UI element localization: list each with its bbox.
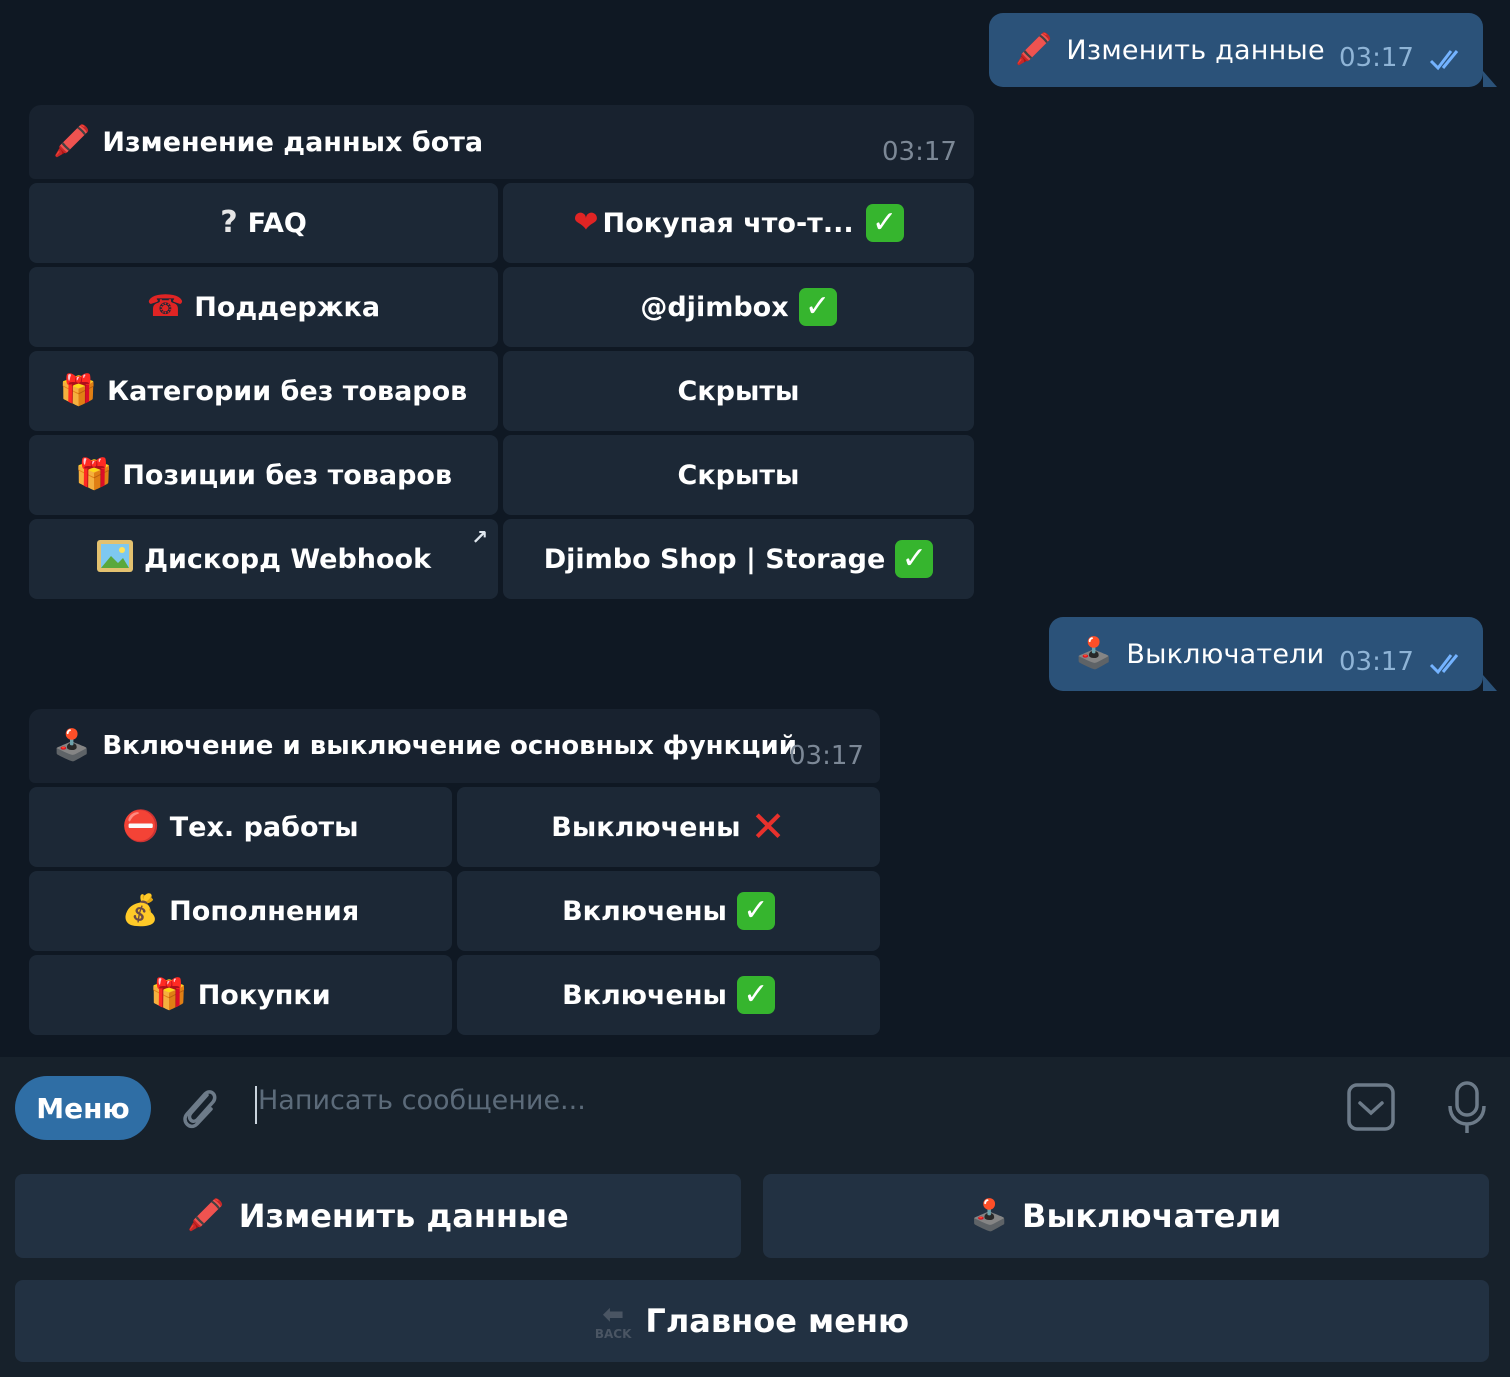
outgoing-message-edit-data: 🖍️ Изменить данные 03:17 — [989, 13, 1497, 87]
button-value: Выключены — [551, 811, 741, 843]
outgoing-message-row: 🖍️ Изменить данные — [1015, 13, 1325, 87]
crayon-icon: 🖍️ — [1015, 32, 1053, 67]
button-label: Пополнения — [169, 895, 360, 927]
gift-icon: 🎁 — [59, 373, 98, 408]
keyboard-toggle-icon[interactable] — [1346, 1082, 1396, 1132]
message-time: 03:17 — [1339, 647, 1414, 677]
joystick-icon: 🕹️ — [1075, 636, 1113, 671]
check-icon: ✓ — [736, 892, 775, 930]
button-label: Тех. работы — [169, 811, 359, 843]
message-input[interactable]: Написать сообщение... — [258, 1085, 586, 1116]
crayon-icon: 🖍️ — [53, 124, 91, 159]
inline-button-support[interactable]: ☎ Поддержка — [29, 267, 498, 347]
outgoing-message-switches: 🕹️ Выключатели 03:17 — [1049, 617, 1497, 691]
keyboard-button-label: Выключатели — [1022, 1197, 1282, 1235]
check-icon: ✓ — [798, 288, 837, 326]
keyboard-button-label: Изменить данные — [238, 1197, 569, 1235]
double-check-icon — [1429, 50, 1459, 71]
button-label: Покупки — [197, 979, 331, 1011]
check-icon: ✓ — [895, 540, 934, 578]
inline-button-discord-value[interactable]: Djimbo Shop | Storage ✓ — [503, 519, 974, 599]
button-value: Скрыты — [677, 459, 800, 491]
inline-button-maintenance[interactable]: ⛔ Тех. работы — [29, 787, 452, 867]
inline-button-categories[interactable]: 🎁 Категории без товаров — [29, 351, 498, 431]
external-link-icon: ↗ — [471, 525, 488, 549]
text-caret — [255, 1086, 257, 1124]
button-value: Скрыты — [677, 375, 800, 407]
bot-message-title: Изменение данных бота — [102, 126, 484, 158]
check-icon: ✓ — [865, 204, 904, 242]
button-label: Поддержка — [194, 291, 381, 323]
bot-message-title: Включение и выключение основных функций — [102, 731, 797, 761]
keyboard-button-edit-data[interactable]: 🖍️ Изменить данные — [15, 1174, 741, 1258]
inline-button-categories-value[interactable]: Скрыты — [503, 351, 974, 431]
gift-icon: 🎁 — [74, 457, 113, 492]
no-entry-icon: ⛔ — [122, 809, 160, 844]
inline-button-deposits[interactable]: 💰 Пополнения — [29, 871, 452, 951]
button-value: @djimbox — [640, 291, 789, 323]
inline-button-positions[interactable]: 🎁 Позиции без товаров — [29, 435, 498, 515]
bot-message-row: 🖍️ Изменение данных бота — [53, 105, 483, 179]
message-composer — [0, 1057, 1510, 1157]
inline-button-discord-webhook[interactable]: Дискорд Webhook ↗ — [29, 519, 498, 599]
inline-button-positions-value[interactable]: Скрыты — [503, 435, 974, 515]
menu-button[interactable]: Меню — [15, 1076, 151, 1140]
joystick-icon: 🕹️ — [970, 1198, 1009, 1233]
keyboard-button-main-menu[interactable]: ⬅ BACK Главное меню — [15, 1280, 1489, 1362]
bubble-tail — [1483, 71, 1497, 87]
button-label: FAQ — [247, 207, 307, 239]
double-check-icon — [1429, 654, 1459, 675]
outgoing-message-text: Выключатели — [1126, 638, 1325, 670]
keyboard-button-label: Главное меню — [645, 1302, 910, 1340]
bot-message-header: 🖍️ Изменение данных бота 03:17 — [29, 105, 974, 179]
gift-icon: 🎁 — [150, 977, 188, 1012]
outgoing-message-row: 🕹️ Выключатели — [1075, 617, 1324, 691]
paperclip-icon[interactable] — [177, 1083, 223, 1135]
button-label: Дискорд Webhook — [143, 543, 432, 575]
question-icon: ? — [220, 205, 238, 240]
bubble-tail — [1483, 675, 1497, 691]
cross-icon: ✕ — [750, 802, 786, 851]
back-badge: BACK — [594, 1327, 632, 1341]
back-icon: ⬅ BACK — [594, 1300, 632, 1341]
button-value: Включены — [562, 895, 727, 927]
microphone-icon[interactable] — [1445, 1080, 1489, 1136]
inline-button-faq-value[interactable]: ❤ Покупая что-т... ✓ — [503, 183, 974, 263]
inline-button-support-value[interactable]: @djimbox ✓ — [503, 267, 974, 347]
button-value: Включены — [562, 979, 727, 1011]
message-time: 03:17 — [1339, 43, 1414, 73]
heart-icon: ❤ — [573, 205, 599, 240]
inline-button-maintenance-value[interactable]: Выключены ✕ — [457, 787, 880, 867]
telephone-icon: ☎ — [146, 289, 185, 324]
button-label: Категории без товаров — [107, 375, 468, 407]
bot-message-row: 🕹️ Включение и выключение основных функц… — [53, 709, 797, 783]
message-time: 03:17 — [882, 137, 957, 167]
outgoing-message-text: Изменить данные — [1066, 34, 1325, 66]
message-time: 03:17 — [789, 741, 864, 771]
money-bag-icon: 💰 — [121, 893, 160, 928]
inline-button-deposits-value[interactable]: Включены ✓ — [457, 871, 880, 951]
bot-message-header: 🕹️ Включение и выключение основных функц… — [29, 709, 880, 783]
check-icon: ✓ — [736, 976, 775, 1014]
crayon-icon: 🖍️ — [187, 1198, 225, 1233]
inline-button-faq[interactable]: ? FAQ — [29, 183, 498, 263]
inline-button-purchases[interactable]: 🎁 Покупки — [29, 955, 452, 1035]
joystick-icon: 🕹️ — [53, 728, 91, 763]
picture-icon — [96, 539, 134, 579]
button-label: Позиции без товаров — [122, 459, 453, 491]
inline-button-purchases-value[interactable]: Включены ✓ — [457, 955, 880, 1035]
button-value: Покупая что-т... — [602, 207, 854, 239]
keyboard-button-switches[interactable]: 🕹️ Выключатели — [763, 1174, 1489, 1258]
button-value: Djimbo Shop | Storage — [543, 543, 886, 575]
